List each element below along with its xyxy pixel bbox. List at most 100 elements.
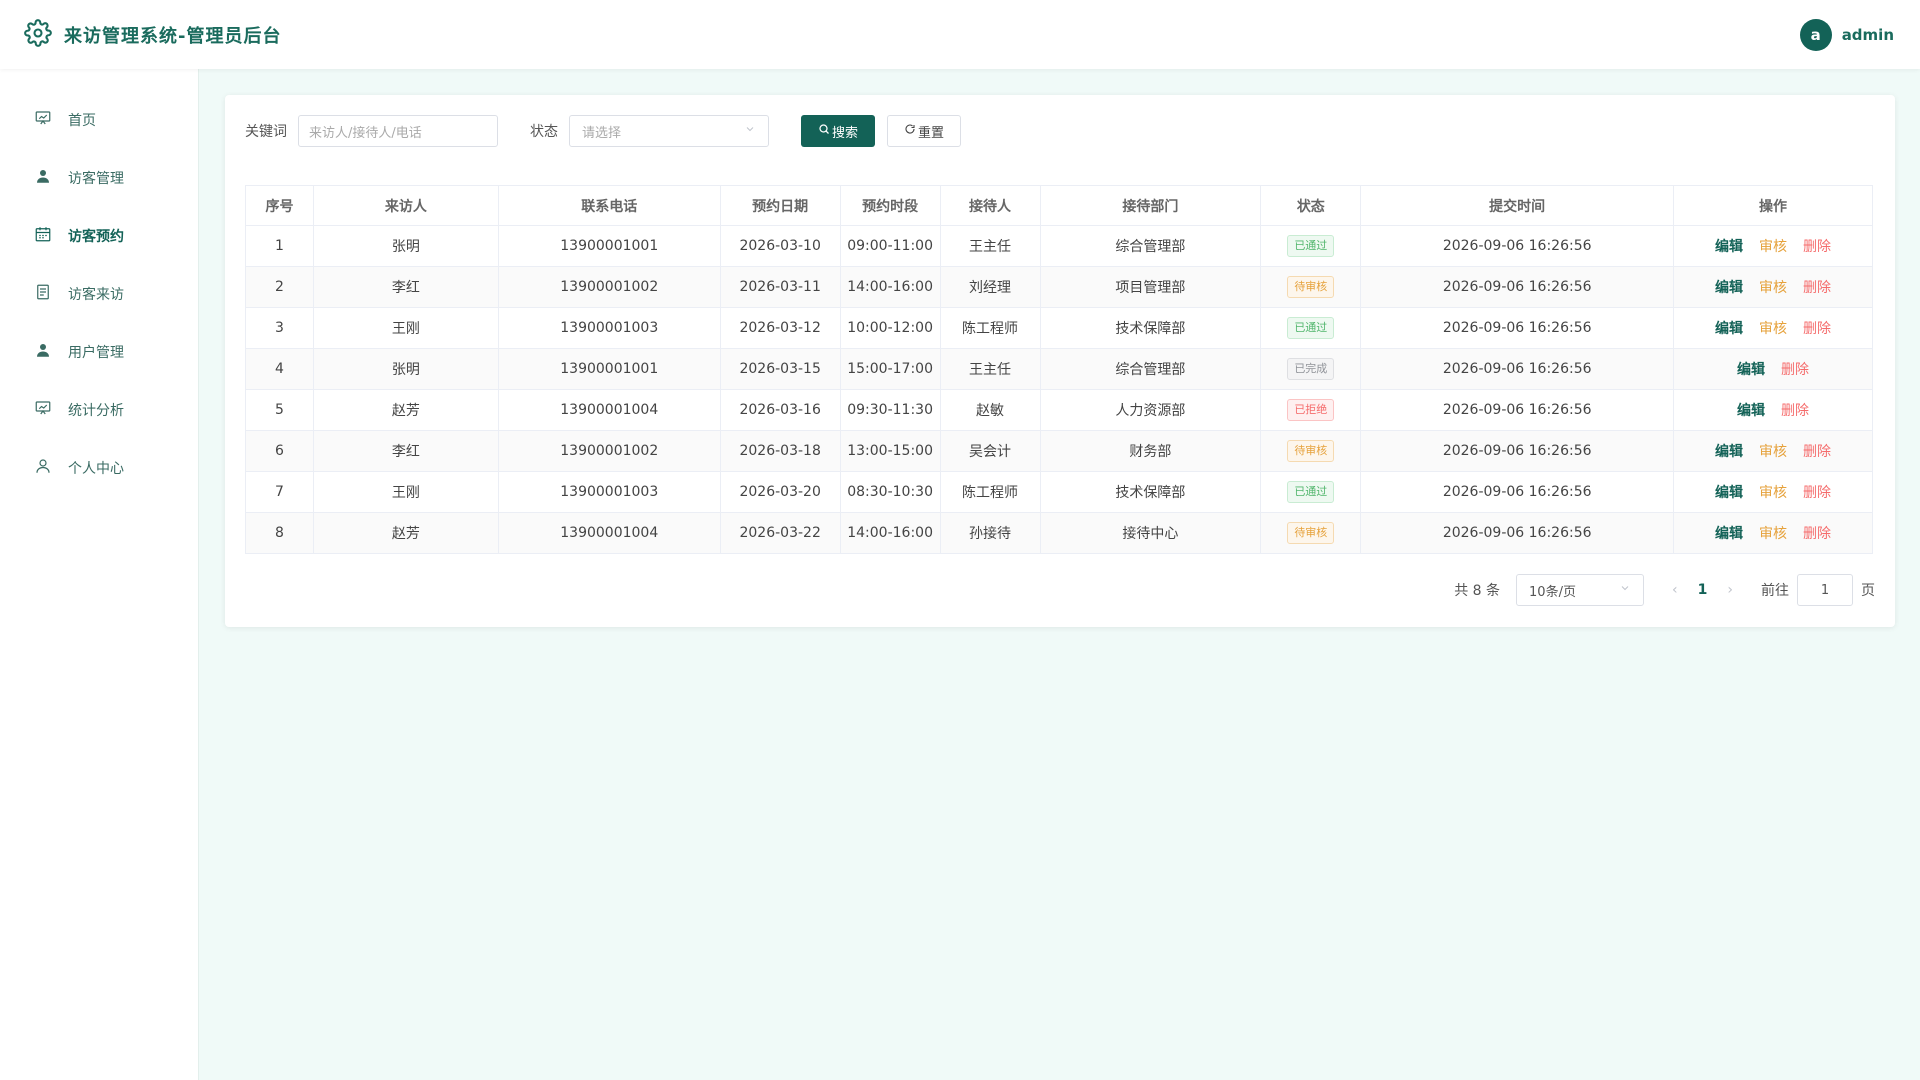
delete-button[interactable]: 删除 [1803, 444, 1831, 460]
user-menu[interactable]: a admin [1799, 18, 1894, 51]
edit-button[interactable]: 编辑 [1715, 444, 1743, 460]
cell-dept: 接待中心 [1039, 512, 1262, 554]
audit-button[interactable]: 审核 [1759, 239, 1787, 255]
delete-button[interactable]: 删除 [1781, 403, 1809, 419]
page-size-select[interactable]: 10条/页 [1516, 574, 1645, 606]
cell-status: 待审核 [1260, 512, 1362, 554]
status-badge: 已通过 [1287, 317, 1335, 339]
cell-actions: 编辑 审核 删除 [1673, 471, 1873, 513]
delete-button[interactable]: 删除 [1803, 239, 1831, 255]
goto-page-input[interactable]: 1 [1797, 574, 1853, 606]
cell-date: 2026-03-10 [719, 225, 841, 267]
status-badge: 已拒绝 [1287, 399, 1335, 421]
page-number-current[interactable]: 1 [1698, 582, 1708, 598]
edit-button[interactable]: 编辑 [1715, 321, 1743, 337]
cell-slot: 09:00-11:00 [839, 225, 941, 267]
cell-actions: 编辑 审核 删除 [1673, 266, 1873, 308]
sidebar-item-visitors[interactable]: 访客管理 [0, 149, 198, 207]
cell-actions: 编辑 审核 删除 [1673, 307, 1873, 349]
next-page-icon[interactable]: › [1727, 582, 1733, 598]
user-icon [34, 167, 52, 189]
delete-button[interactable]: 删除 [1803, 526, 1831, 542]
gear-icon[interactable] [24, 18, 52, 51]
cell-no: 4 [245, 348, 314, 390]
cell-host: 陈工程师 [939, 471, 1041, 513]
column-header: 提交时间 [1360, 185, 1675, 226]
cell-phone: 13900001001 [497, 225, 721, 267]
cell-dept: 项目管理部 [1039, 266, 1262, 308]
refresh-icon [904, 123, 918, 139]
username[interactable]: admin [1842, 26, 1894, 44]
delete-button[interactable]: 删除 [1803, 485, 1831, 501]
sidebar-item-visits[interactable]: 访客来访 [0, 265, 198, 323]
delete-button[interactable]: 删除 [1803, 321, 1831, 337]
status-label: 状态 [530, 124, 558, 140]
edit-button[interactable]: 编辑 [1715, 280, 1743, 296]
edit-button[interactable]: 编辑 [1737, 362, 1765, 378]
cell-status: 待审核 [1260, 430, 1362, 472]
cell-visitor: 王刚 [312, 471, 499, 513]
sidebar: 首页 访客管理 访客预约 访客来访 用户管理 统计分析 个人中心 [0, 69, 199, 1080]
audit-button[interactable]: 审核 [1759, 444, 1787, 460]
cell-date: 2026-03-15 [719, 348, 841, 390]
sidebar-item-label: 访客管理 [68, 171, 124, 187]
cell-phone: 13900001004 [497, 389, 721, 431]
cell-host: 赵敏 [939, 389, 1041, 431]
cell-host: 王主任 [939, 348, 1041, 390]
sidebar-item-statistics[interactable]: 统计分析 [0, 381, 198, 439]
table-row: 4 张明 13900001001 2026-03-15 15:00-17:00 王主任 综合… [245, 348, 1873, 390]
column-header: 接待人 [939, 185, 1041, 226]
sidebar-item-label: 访客预约 [68, 229, 124, 245]
column-header: 来访人 [312, 185, 499, 226]
edit-button[interactable]: 编辑 [1715, 485, 1743, 501]
status-badge: 已通过 [1287, 235, 1335, 257]
avatar[interactable]: a [1799, 18, 1832, 51]
sidebar-item-users[interactable]: 用户管理 [0, 323, 198, 381]
sidebar-item-label: 访客来访 [68, 287, 124, 303]
cell-slot: 13:00-15:00 [839, 430, 941, 472]
reset-button[interactable]: 重置 [887, 115, 961, 147]
cell-status: 已通过 [1260, 307, 1362, 349]
audit-button[interactable]: 审核 [1759, 321, 1787, 337]
column-header: 预约日期 [719, 185, 841, 226]
delete-button[interactable]: 删除 [1781, 362, 1809, 378]
cell-no: 1 [245, 225, 314, 267]
cell-visitor: 赵芳 [312, 389, 499, 431]
keyword-input[interactable]: 来访人/接待人/电话 [298, 115, 498, 147]
column-header: 接待部门 [1039, 185, 1262, 226]
sidebar-item-profile[interactable]: 个人中心 [0, 439, 198, 497]
page-size-value: 10条/页 [1529, 584, 1576, 600]
prev-page-icon[interactable]: ‹ [1672, 582, 1678, 598]
cell-visitor: 李红 [312, 430, 499, 472]
audit-button[interactable]: 审核 [1759, 526, 1787, 542]
edit-button[interactable]: 编辑 [1737, 403, 1765, 419]
cell-submitted: 2026-09-06 16:26:56 [1360, 225, 1675, 267]
dashboard-icon [34, 109, 52, 131]
status-badge: 待审核 [1287, 276, 1335, 298]
cell-phone: 13900001002 [497, 430, 721, 472]
cell-slot: 09:30-11:30 [839, 389, 941, 431]
cell-no: 5 [245, 389, 314, 431]
edit-button[interactable]: 编辑 [1715, 526, 1743, 542]
cell-phone: 13900001004 [497, 512, 721, 554]
search-button[interactable]: 搜索 [801, 115, 875, 147]
sidebar-item-home[interactable]: 首页 [0, 91, 198, 149]
keyword-label: 关键词 [245, 124, 287, 140]
audit-button[interactable]: 审核 [1759, 280, 1787, 296]
table-header-row: 序号 来访人 联系电话 预约日期 预约时段 接待人 接待部门 状态 提交时间 操… [245, 185, 1873, 226]
sidebar-item-appointments[interactable]: 访客预约 [0, 207, 198, 265]
cell-slot: 14:00-16:00 [839, 512, 941, 554]
chevron-down-icon [1619, 582, 1631, 598]
cell-submitted: 2026-09-06 16:26:56 [1360, 389, 1675, 431]
table-row: 7 王刚 13900001003 2026-03-20 08:30-10:30 陈工程师技… [245, 471, 1873, 513]
table-row: 6 李红 13900001002 2026-03-18 13:00-15:00 吴会计 财务… [245, 430, 1873, 472]
cell-submitted: 2026-09-06 16:26:56 [1360, 348, 1675, 390]
edit-button[interactable]: 编辑 [1715, 239, 1743, 255]
status-badge: 已完成 [1287, 358, 1335, 380]
status-select[interactable]: 请选择 [569, 115, 769, 147]
delete-button[interactable]: 删除 [1803, 280, 1831, 296]
chevron-down-icon [744, 123, 756, 139]
cell-dept: 综合管理部 [1039, 225, 1262, 267]
cell-no: 3 [245, 307, 314, 349]
audit-button[interactable]: 审核 [1759, 485, 1787, 501]
